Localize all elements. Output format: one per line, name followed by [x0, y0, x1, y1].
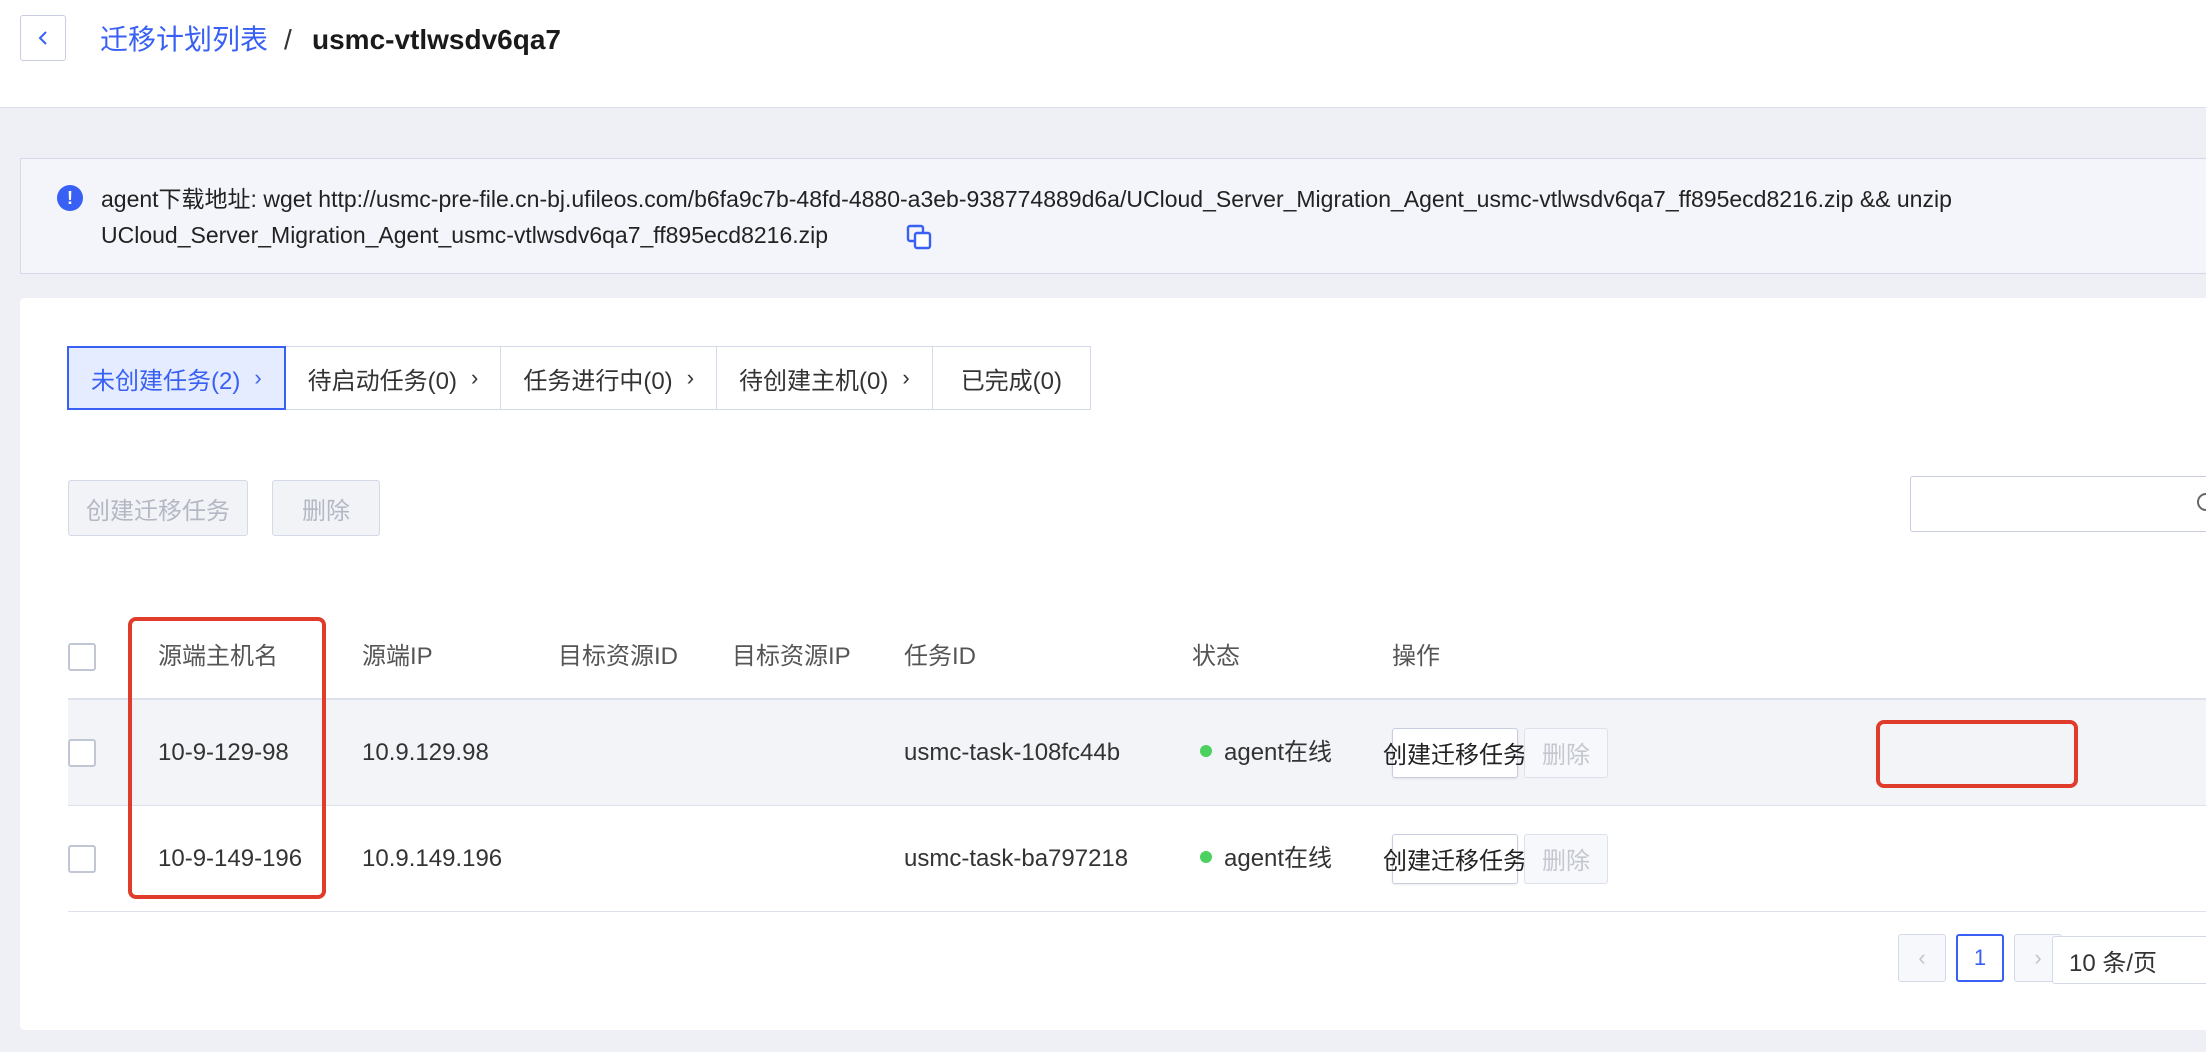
- chevron-right-icon: ›: [686, 365, 695, 390]
- table-row[interactable]: 10-9-149-196 10.9.149.196 usmc-task-ba79…: [68, 806, 2206, 912]
- status-cell: agent在线: [1200, 844, 1332, 874]
- copy-icon[interactable]: [905, 223, 933, 251]
- search-input[interactable]: [1919, 477, 2179, 529]
- agent-download-notice: ! agent下载地址: wget http://usmc-pre-file.c…: [20, 158, 2206, 274]
- chevron-right-icon: ›: [471, 365, 479, 390]
- chevron-right-icon: ›: [902, 365, 910, 390]
- row-checkbox[interactable]: [68, 844, 96, 873]
- page-size-select[interactable]: 10 条/页: [2052, 936, 2206, 984]
- status-dot-icon: [1200, 851, 1212, 864]
- hostname-cell: 10-9-129-98: [158, 738, 289, 766]
- tab-not-created[interactable]: 未创建任务(2) ›: [67, 346, 286, 410]
- column-header: 目标资源IP: [732, 643, 851, 670]
- column-header: 操作: [1392, 643, 1440, 670]
- create-migration-task-button[interactable]: 创建迁移任务: [68, 480, 248, 536]
- info-icon: !: [57, 185, 83, 211]
- chevron-left-icon: [38, 31, 47, 45]
- notice-text-line1: agent下载地址: wget http://usmc-pre-file.cn-…: [101, 186, 1952, 212]
- task-card: 未创建任务(2) › 待启动任务(0) › 任务进行中(0) › 待创建主机(0…: [20, 298, 2206, 1030]
- page-header: 迁移计划列表 / usmc-vtlwsdv6qa7: [0, 0, 2206, 108]
- row-create-task-button[interactable]: 创建迁移任务: [1383, 727, 1527, 778]
- prev-page-button[interactable]: ‹: [1898, 934, 1946, 982]
- tab-pending-host[interactable]: 待创建主机(0) ›: [716, 346, 933, 410]
- task-id-cell: usmc-task-108fc44b: [904, 738, 1121, 766]
- column-header: 源端主机名: [158, 643, 278, 670]
- status-text: agent在线: [1224, 738, 1333, 766]
- tab-label: 待启动任务(0): [307, 367, 458, 395]
- column-header: 任务ID: [904, 643, 976, 670]
- tab-in-progress[interactable]: 任务进行中(0) ›: [500, 346, 718, 410]
- ip-cell: 10.9.149.196: [362, 844, 503, 872]
- back-button[interactable]: [20, 15, 66, 61]
- breadcrumb-parent-link[interactable]: 迁移计划列表: [100, 22, 268, 58]
- row-checkbox[interactable]: [68, 738, 96, 767]
- row-delete-button[interactable]: 删除: [1524, 727, 1608, 778]
- status-tabs: 未创建任务(2) › 待启动任务(0) › 任务进行中(0) › 待创建主机(0…: [67, 346, 1092, 410]
- task-table: 源端主机名 源端IP 目标资源ID 目标资源IP 任务ID 状态 操作 10-9…: [68, 616, 2206, 912]
- delete-button[interactable]: 删除: [272, 480, 380, 536]
- tab-completed[interactable]: 已完成(0): [931, 346, 1092, 410]
- notice-text-line2: UCloud_Server_Migration_Agent_usmc-vtlws…: [101, 222, 829, 248]
- tab-label: 任务进行中(0): [523, 367, 673, 395]
- status-dot-icon: [1200, 745, 1212, 758]
- search-icon[interactable]: [2195, 491, 2206, 517]
- tab-label: 未创建任务(2): [91, 367, 241, 395]
- tab-pending-start[interactable]: 待启动任务(0) ›: [284, 346, 502, 410]
- status-cell: agent在线: [1200, 738, 1332, 768]
- row-create-task-button[interactable]: 创建迁移任务: [1383, 833, 1527, 884]
- search-box[interactable]: [1910, 476, 2206, 532]
- hostname-cell: 10-9-149-196: [158, 844, 303, 872]
- chevron-right-icon: ›: [254, 365, 262, 390]
- select-all-checkbox[interactable]: [68, 643, 96, 671]
- page-title: usmc-vtlwsdv6qa7: [312, 24, 561, 55]
- breadcrumb-separator: /: [284, 24, 292, 55]
- tab-label: 已完成(0): [960, 367, 1063, 395]
- row-delete-button[interactable]: 删除: [1524, 833, 1608, 884]
- column-header: 目标资源ID: [558, 643, 678, 670]
- tab-label: 待创建主机(0): [739, 367, 889, 395]
- table-row[interactable]: 10-9-129-98 10.9.129.98 usmc-task-108fc4…: [68, 700, 2206, 806]
- table-header: 源端主机名 源端IP 目标资源ID 目标资源IP 任务ID 状态 操作: [68, 616, 2206, 700]
- column-header: 状态: [1192, 643, 1240, 670]
- status-text: agent在线: [1224, 844, 1333, 872]
- column-header: 源端IP: [362, 643, 433, 670]
- task-id-cell: usmc-task-ba797218: [904, 844, 1129, 872]
- ip-cell: 10.9.129.98: [362, 738, 489, 766]
- page-size-label: 10 条/页: [2069, 949, 2158, 977]
- page-number-button[interactable]: 1: [1956, 934, 2004, 982]
